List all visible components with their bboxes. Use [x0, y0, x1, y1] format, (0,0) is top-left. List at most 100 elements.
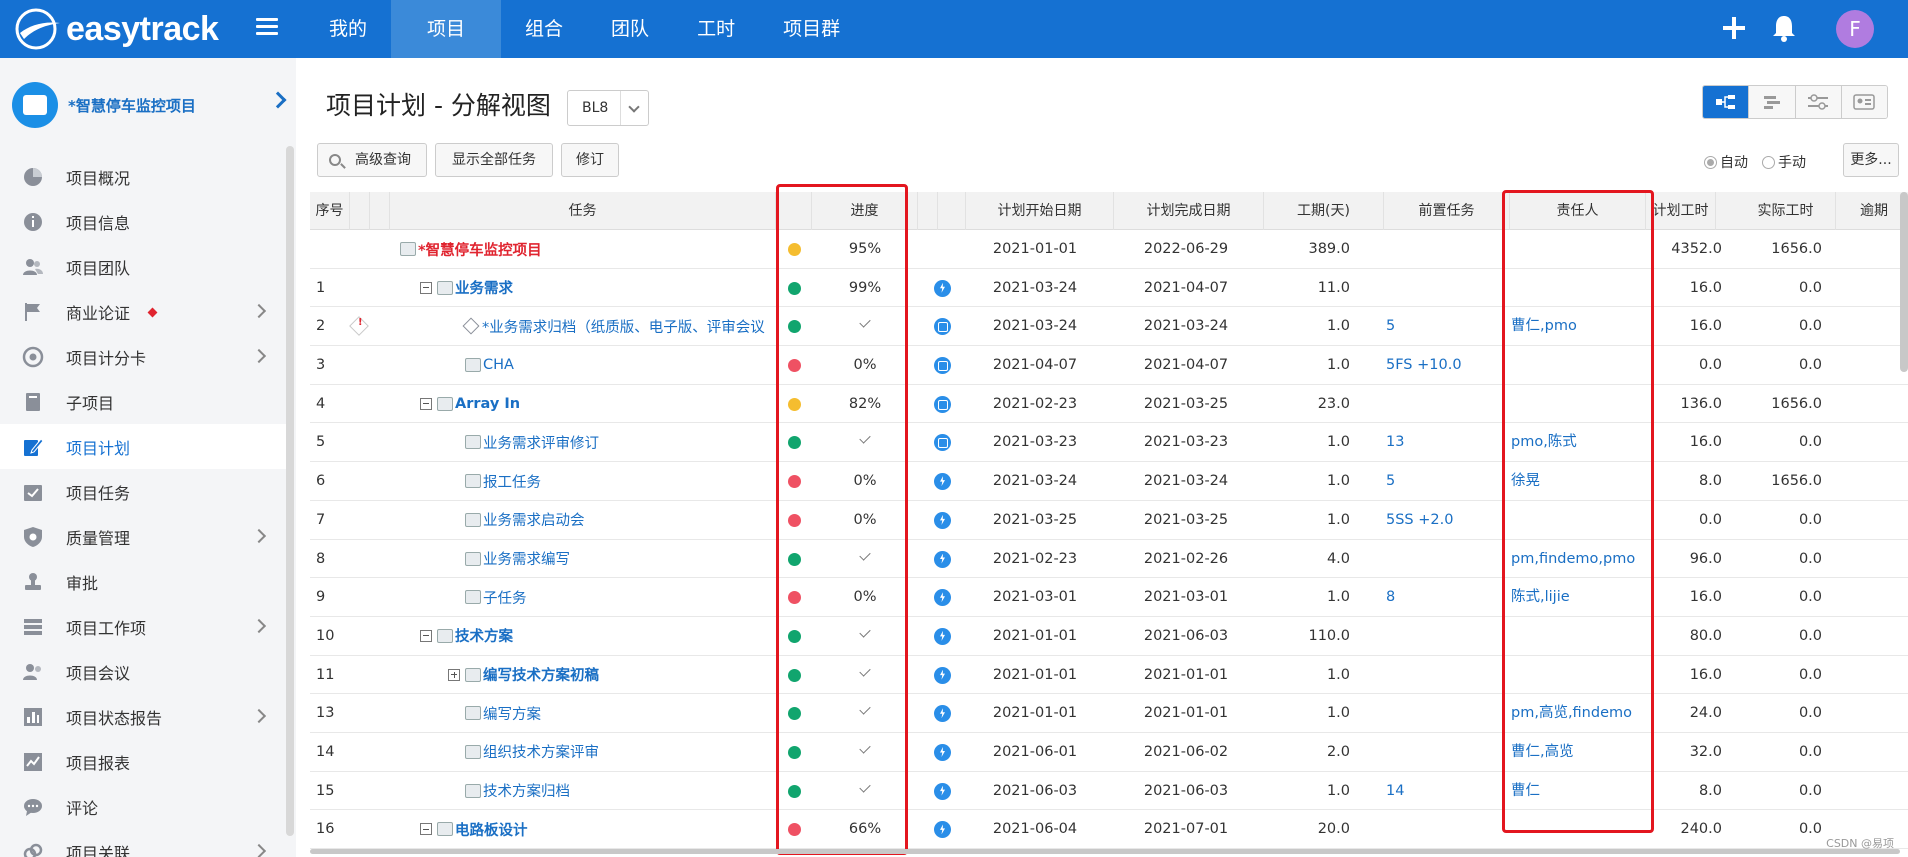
nav-item-program[interactable]: 项目群	[759, 0, 864, 58]
sidebar-item-team[interactable]: 项目团队	[0, 244, 288, 289]
sidebar-item-links[interactable]: 项目关联	[0, 829, 288, 857]
collapse-icon[interactable]	[420, 397, 432, 410]
task-name[interactable]: 电路板设计	[455, 819, 528, 840]
task-cell[interactable]: 组织技术方案评审	[448, 733, 599, 771]
task-cell[interactable]: 业务需求评审修订	[448, 423, 599, 461]
sidebar-item-report[interactable]: 项目报表	[0, 739, 288, 784]
predecessor-cell[interactable]	[1386, 694, 1506, 732]
task-name[interactable]: 技术方案	[455, 625, 513, 646]
menu-toggle-icon[interactable]	[256, 18, 278, 40]
revise-button[interactable]: 修订	[561, 143, 619, 177]
notification-bell-icon[interactable]	[1772, 14, 1796, 42]
column-header-predecessors[interactable]: 前置任务	[1384, 192, 1510, 230]
predecessor-cell[interactable]: 8	[1386, 578, 1506, 616]
predecessor-cell[interactable]: 13	[1386, 423, 1506, 461]
collapse-icon[interactable]	[420, 281, 432, 294]
column-header-seq[interactable]: 序号	[310, 192, 350, 230]
task-name[interactable]: CHA	[483, 357, 514, 373]
advanced-search-button[interactable]: 高级查询	[317, 143, 427, 177]
view-wbs-button[interactable]	[1703, 86, 1750, 118]
predecessor-cell[interactable]	[1386, 617, 1506, 655]
task-name[interactable]: 组织技术方案评审	[483, 741, 599, 762]
task-name[interactable]: *智慧停车监控项目	[418, 239, 542, 260]
task-name[interactable]: 编写方案	[483, 703, 541, 724]
predecessor-cell[interactable]	[1386, 656, 1506, 694]
predecessor-cell[interactable]: 5SS +2.0	[1386, 501, 1506, 539]
sidebar-item-status-report[interactable]: 项目状态报告	[0, 694, 288, 739]
task-name[interactable]: 业务需求启动会	[483, 509, 585, 530]
table-row[interactable]: 9 子任务 0% 2021-03-01 2021-03-01 1.0 8 陈式,lijie 16…	[310, 578, 1908, 617]
sidebar-item-approval[interactable]: 审批	[0, 559, 288, 604]
sidebar-item-work-items[interactable]: 项目工作项	[0, 604, 288, 649]
auto-radio[interactable]	[1704, 155, 1717, 169]
sidebar-item-meeting[interactable]: 项目会议	[0, 649, 288, 694]
table-row[interactable]: 3 CHA 0% 2021-04-07 2021-04-07 1.0 5FS +10.0 0.…	[310, 346, 1908, 385]
grid-horizontal-scrollbar[interactable]	[310, 849, 1900, 854]
baseline-select[interactable]: BL8	[567, 90, 649, 126]
project-header[interactable]: *智慧停车监控项目	[0, 58, 296, 152]
grid-vertical-scrollbar[interactable]	[1900, 192, 1908, 372]
sidebar-scrollbar[interactable]	[286, 146, 294, 836]
table-row[interactable]: 1 业务需求 99% 2021-03-24 2021-04-07 11.0 16.0 0.0	[310, 269, 1908, 308]
chevron-down-icon[interactable]	[620, 91, 648, 125]
view-card-button[interactable]	[1841, 86, 1887, 118]
chevron-right-icon[interactable]	[269, 91, 287, 109]
sidebar-item-tasks[interactable]: 项目任务	[0, 469, 288, 514]
column-header-owner[interactable]: 责任人	[1510, 192, 1646, 230]
easytrack-logo[interactable]: easytrack	[14, 6, 219, 52]
collapse-icon[interactable]	[420, 629, 432, 642]
nav-item-portfolio[interactable]: 组合	[501, 0, 587, 58]
collapse-icon[interactable]	[420, 823, 432, 836]
task-cell[interactable]: 业务需求编写	[448, 540, 570, 578]
column-header-start[interactable]: 计划开始日期	[966, 192, 1114, 230]
predecessor-cell[interactable]: 5FS +10.0	[1386, 346, 1506, 384]
nav-item-timesheet[interactable]: 工时	[673, 0, 759, 58]
table-row[interactable]: 2*业务需求归档（纸质版、电子版、评审会议2021-03-242021-03-2…	[310, 307, 1908, 347]
predecessor-cell[interactable]	[1386, 540, 1506, 578]
table-row[interactable]: 8 业务需求编写 2021-02-23 2021-02-26 4.0 pm,findemo…	[310, 540, 1908, 579]
sidebar-item-info[interactable]: 项目信息	[0, 199, 288, 244]
sidebar-item-project-plan[interactable]: 项目计划	[0, 424, 288, 469]
task-name[interactable]: Array In	[455, 396, 520, 412]
sidebar-item-subproject[interactable]: 子项目	[0, 379, 288, 424]
view-settings-button[interactable]	[1795, 86, 1842, 118]
user-avatar[interactable]: F	[1836, 10, 1874, 48]
table-row[interactable]: 10 技术方案 2021-01-01 2021-06-03 110.0 80.0 0.0	[310, 617, 1908, 656]
task-cell[interactable]: CHA	[448, 346, 514, 384]
column-header-task[interactable]: 任务	[390, 192, 776, 230]
predecessor-cell[interactable]: 14	[1386, 772, 1506, 810]
task-name[interactable]: 子任务	[483, 587, 527, 608]
task-name[interactable]: 业务需求编写	[483, 548, 570, 569]
table-row[interactable]: 4 Array In 82% 2021-02-23 2021-03-25 23.0 136.…	[310, 385, 1908, 424]
table-row[interactable]: 5 业务需求评审修订 2021-03-23 2021-03-23 1.0 13 pmo,陈式…	[310, 423, 1908, 463]
task-name[interactable]: 报工任务	[483, 471, 541, 492]
predecessor-cell[interactable]: 5	[1386, 307, 1506, 345]
column-header-overdue[interactable]: 逾期	[1836, 192, 1908, 230]
task-cell[interactable]: *业务需求归档（纸质版、电子版、评审会议	[448, 307, 765, 345]
table-row[interactable]: 13 编写方案 2021-01-01 2021-01-01 1.0 pm,高览,finde…	[310, 694, 1908, 733]
column-header-actual-hours[interactable]: 实际工时	[1736, 192, 1836, 230]
table-row[interactable]: 11 编写技术方案初稿 2021-01-01 2021-01-01 1.0 16.0 0.0	[310, 656, 1908, 695]
more-button[interactable]: 更多...	[1843, 143, 1899, 177]
table-row[interactable]: 14 组织技术方案评审 2021-06-01 2021-06-02 2.0 曹仁,高览 32…	[310, 733, 1908, 772]
column-header-plan-hours[interactable]: 计划工时	[1646, 192, 1716, 230]
sidebar-item-quality[interactable]: 质量管理	[0, 514, 288, 559]
task-name[interactable]: *业务需求归档（纸质版、电子版、评审会议	[482, 316, 765, 337]
nav-item-team[interactable]: 团队	[587, 0, 673, 58]
predecessor-cell[interactable]	[1386, 810, 1506, 848]
column-header-progress[interactable]: 进度	[812, 192, 918, 230]
predecessor-cell[interactable]	[1386, 733, 1506, 771]
task-name[interactable]: 技术方案归档	[483, 780, 570, 801]
sidebar-item-comments[interactable]: 评论	[0, 784, 288, 829]
column-header-end[interactable]: 计划完成日期	[1114, 192, 1264, 230]
sidebar-item-business-case[interactable]: 商业论证	[0, 289, 288, 334]
table-row[interactable]: 6 报工任务 0% 2021-03-24 2021-03-24 1.0 5 徐晃 8.0 1656…	[310, 462, 1908, 501]
nav-item-mine[interactable]: 我的	[305, 0, 391, 58]
predecessor-cell[interactable]: 5	[1386, 462, 1506, 500]
task-cell[interactable]: 子任务	[448, 578, 527, 616]
task-cell[interactable]: 技术方案	[420, 617, 513, 655]
nav-item-project[interactable]: 项目	[391, 0, 502, 58]
task-cell[interactable]: 技术方案归档	[448, 772, 570, 810]
task-name[interactable]: 业务需求	[455, 277, 513, 298]
task-cell[interactable]: 业务需求	[420, 269, 513, 307]
